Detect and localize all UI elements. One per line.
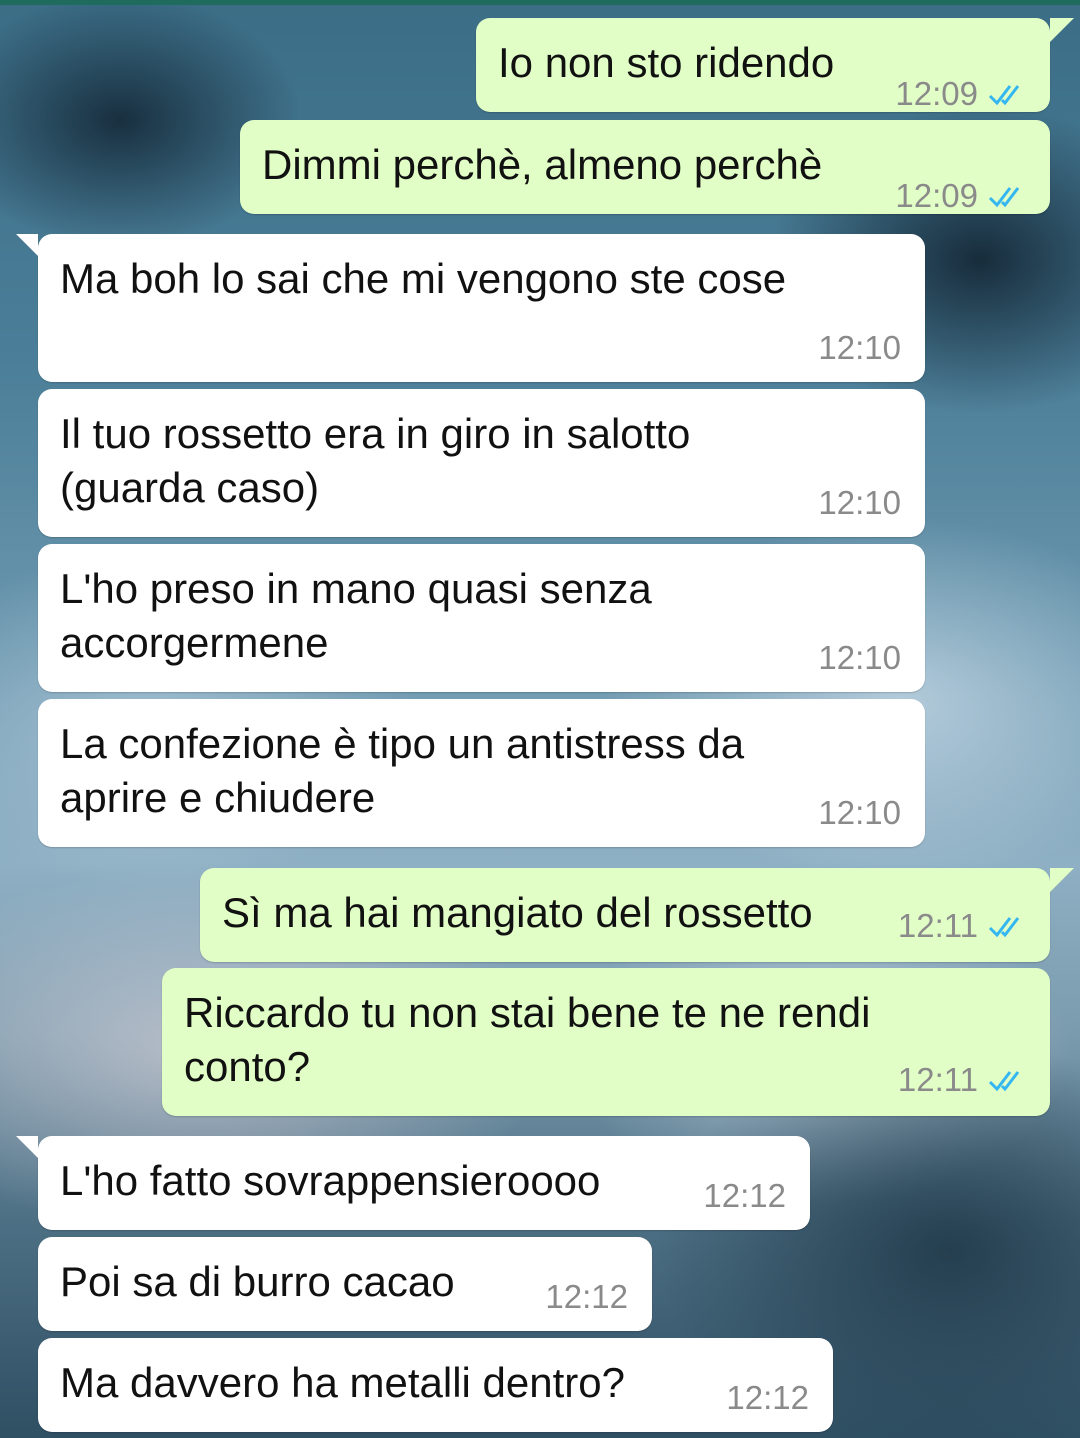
message-meta: 12:09	[895, 176, 1028, 216]
outgoing-message[interactable]: Dimmi perchè, almeno perchè 12:09	[240, 120, 1050, 214]
incoming-message[interactable]: Ma boh lo sai che mi vengono ste cose 12…	[16, 234, 925, 382]
message-time: 12:09	[895, 75, 978, 112]
incoming-message[interactable]: Ma davvero ha metalli dentro? 12:12	[38, 1338, 833, 1432]
incoming-message[interactable]: Poi sa di burro cacao 12:12	[38, 1237, 652, 1331]
message-text: Il tuo rossetto era in giro in salotto (…	[60, 410, 691, 511]
message-meta: 12:10	[818, 638, 901, 678]
outgoing-message[interactable]: Sì ma hai mangiato del rossetto 12:11	[200, 868, 1074, 962]
message-text: L'ho preso in mano quasi senza accorgerm…	[60, 565, 652, 666]
message-time: 12:11	[897, 1061, 978, 1098]
message-meta: 12:09	[895, 74, 1028, 114]
chat-screen: { "messages": [ {"direction": "out", "te…	[0, 0, 1080, 1438]
double-check-read-icon	[988, 1071, 1020, 1092]
incoming-message[interactable]: Il tuo rossetto era in giro in salotto (…	[38, 389, 925, 537]
message-meta: 12:10	[818, 483, 901, 523]
message-text: Riccardo tu non stai bene te ne rendi co…	[184, 989, 871, 1090]
double-check-read-icon	[988, 187, 1020, 208]
double-check-read-icon	[988, 917, 1020, 938]
message-list[interactable]: Io non sto ridendo 12:09 Dimmi perchè, a…	[0, 0, 1080, 1438]
incoming-message[interactable]: L'ho fatto sovrappensieroooo 12:12	[16, 1136, 810, 1230]
outgoing-message[interactable]: Io non sto ridendo 12:09	[476, 18, 1074, 114]
message-time: 12:10	[818, 639, 901, 676]
message-text: Dimmi perchè, almeno perchè	[262, 141, 823, 188]
message-meta: 12:11	[898, 906, 1028, 946]
message-meta: 12:12	[545, 1277, 628, 1317]
incoming-message[interactable]: L'ho preso in mano quasi senza accorgerm…	[38, 544, 925, 692]
message-meta: 12:12	[726, 1378, 809, 1418]
message-time: 12:12	[726, 1379, 809, 1416]
outgoing-message[interactable]: Riccardo tu non stai bene te ne rendi co…	[162, 968, 1050, 1116]
incoming-message[interactable]: La confezione è tipo un antistress da ap…	[38, 699, 925, 847]
message-time: 12:12	[545, 1278, 628, 1315]
message-time: 12:09	[895, 177, 978, 214]
message-time: 12:10	[818, 484, 901, 521]
message-meta: 12:12	[703, 1176, 786, 1216]
message-meta: 12:11	[898, 1060, 1028, 1100]
double-check-read-icon	[988, 85, 1020, 106]
message-text: L'ho fatto sovrappensieroooo	[60, 1157, 601, 1204]
message-text: Ma davvero ha metalli dentro?	[60, 1359, 625, 1406]
message-text: Ma boh lo sai che mi vengono ste cose	[60, 255, 787, 302]
message-meta: 12:10	[818, 328, 901, 368]
message-text: Io non sto ridendo	[498, 39, 835, 86]
message-text: Sì ma hai mangiato del rossetto	[222, 889, 813, 936]
message-time: 12:12	[703, 1177, 786, 1214]
message-text: La confezione è tipo un antistress da ap…	[60, 720, 745, 821]
message-time: 12:11	[897, 907, 978, 944]
message-time: 12:10	[818, 329, 901, 366]
message-meta: 12:10	[818, 793, 901, 833]
message-text: Poi sa di burro cacao	[60, 1258, 455, 1305]
message-time: 12:10	[818, 794, 901, 831]
